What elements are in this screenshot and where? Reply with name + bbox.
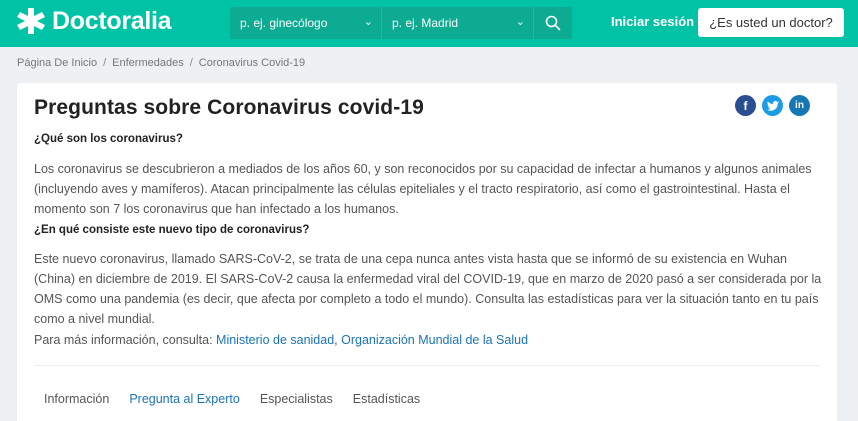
search-icon — [545, 15, 561, 31]
breadcrumb-current: Coronavirus Covid-19 — [198, 57, 306, 69]
login-link[interactable]: Iniciar sesión — [611, 14, 694, 29]
article-card: Preguntas sobre Coronavirus covid-19 f i… — [17, 83, 837, 421]
question-heading: ¿En qué consiste este nuevo tipo de coro… — [34, 224, 310, 236]
content-tabs: Información Pregunta al Experto Especial… — [44, 392, 440, 406]
tab-statistics[interactable]: Estadísticas — [353, 392, 420, 406]
brand-name: Doctoralia — [52, 6, 172, 35]
social-share: f in — [735, 95, 810, 116]
answer-paragraph: Los coronavirus se descubrieron a mediad… — [34, 162, 812, 216]
location-input[interactable] — [382, 7, 533, 39]
search-button[interactable] — [534, 7, 572, 39]
breadcrumb-separator: / — [189, 57, 193, 69]
top-navbar: Doctoralia ⌄ ⌄ Iniciar sesión ¿Es usted … — [0, 0, 858, 47]
facebook-icon[interactable]: f — [735, 95, 756, 116]
breadcrumb-home[interactable]: Página De Inicio — [17, 57, 97, 69]
more-info-label: Para más información, consulta: — [34, 333, 217, 347]
who-link[interactable]: Organización Mundial de la Salud — [341, 333, 528, 347]
tab-information[interactable]: Información — [44, 392, 109, 406]
breadcrumb: Página De Inicio / Enfermedades / Coronaviru… — [17, 57, 305, 69]
section-divider — [34, 365, 820, 366]
more-info-line: Para más información, consulta: Minister… — [34, 333, 528, 347]
search-bar: ⌄ ⌄ — [230, 7, 572, 39]
breadcrumb-separator: / — [103, 57, 107, 69]
linkedin-icon[interactable]: in — [789, 95, 810, 116]
twitter-icon[interactable] — [762, 95, 783, 116]
are-you-doctor-button[interactable]: ¿Es usted un doctor? — [698, 8, 844, 37]
brand-logo[interactable]: Doctoralia — [14, 6, 172, 36]
page-title: Preguntas sobre Coronavirus covid-19 — [34, 96, 424, 119]
specialty-field[interactable]: ⌄ — [230, 7, 382, 39]
chevron-down-icon[interactable]: ⌄ — [516, 15, 525, 28]
specialty-input[interactable] — [230, 7, 381, 39]
chevron-down-icon[interactable]: ⌄ — [364, 15, 373, 28]
ministry-link[interactable]: Ministerio de sanidad — [216, 333, 334, 347]
question-heading: ¿Qué son los coronavirus? — [34, 133, 183, 145]
location-field[interactable]: ⌄ — [382, 7, 534, 39]
tab-specialists[interactable]: Especialistas — [260, 392, 333, 406]
twitter-bird-glyph — [766, 100, 779, 111]
breadcrumb-diseases[interactable]: Enfermedades — [112, 57, 184, 69]
doctoralia-logo-icon — [17, 8, 45, 34]
tab-ask-expert[interactable]: Pregunta al Experto — [129, 392, 240, 406]
answer-paragraph: Este nuevo coronavirus, llamado SARS-CoV… — [34, 252, 822, 326]
